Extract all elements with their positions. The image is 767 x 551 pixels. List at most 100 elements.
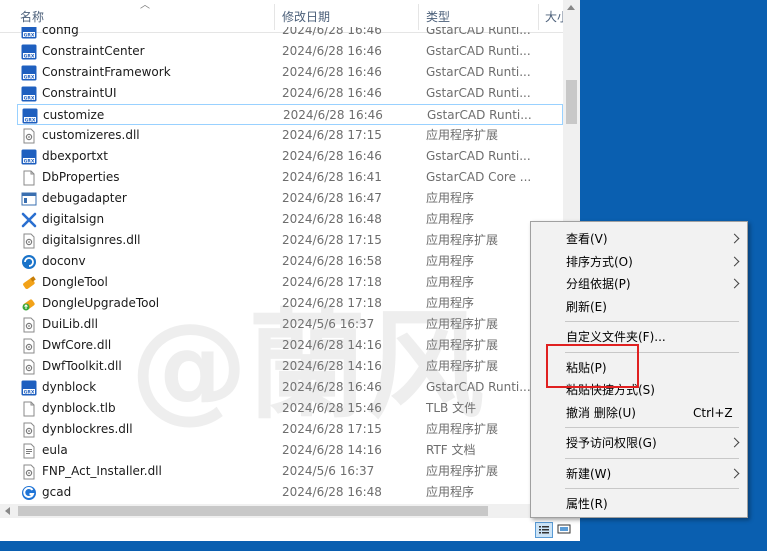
file-date: 2024/6/28 16:46 [282, 380, 382, 394]
menu-item-label: 新建(W) [566, 466, 612, 481]
svg-text:GRX: GRX [24, 389, 35, 395]
file-row[interactable]: DongleTool 2024/6/28 17:18 应用程序 [17, 272, 563, 293]
menu-separator [565, 457, 739, 459]
status-bar [0, 518, 580, 541]
menu-item-label: 属性(R) [566, 497, 608, 511]
file-type: GstarCAD Runti... [426, 27, 531, 37]
file-type: 应用程序 [426, 191, 475, 205]
file-date: 2024/6/28 14:16 [282, 443, 382, 457]
menu-item[interactable]: 撤消 删除(U) Ctrl+Z [531, 402, 747, 424]
menu-item[interactable]: 新建(W) [531, 463, 747, 485]
file-row[interactable]: GRX ConstraintUI 2024/6/28 16:46 GstarCAD R… [17, 83, 563, 104]
menu-item[interactable]: 刷新(E) [531, 296, 747, 318]
file-type: GstarCAD Runti... [426, 65, 531, 79]
details-view-icon [539, 526, 549, 534]
file-name: DwfToolkit.dll [42, 359, 122, 373]
file-date: 2024/6/28 16:46 [282, 86, 382, 100]
file-row[interactable]: DwfToolkit.dll 2024/6/28 14:16 应用程序扩展 [17, 356, 563, 377]
dll-icon [23, 464, 35, 480]
file-type: RTF 文档 [426, 443, 476, 457]
large-icons-view-button[interactable] [556, 522, 574, 538]
menu-item[interactable]: 分组依据(P) [531, 273, 747, 295]
file-date: 2024/6/28 14:16 [282, 359, 382, 373]
menu-item[interactable]: 排序方式(O) [531, 251, 747, 273]
file-name: DwfCore.dll [42, 338, 112, 352]
file-date: 2024/6/28 16:41 [282, 170, 382, 184]
menu-separator [565, 488, 739, 489]
tools-icon [21, 212, 37, 228]
menu-item[interactable]: 授予访问权限(G) [531, 432, 747, 454]
file-row[interactable]: dynblock.tlb 2024/6/28 15:46 TLB 文件 [17, 398, 563, 419]
file-name: eula [42, 443, 68, 457]
exe-icon [21, 192, 37, 206]
file-row[interactable]: FNP_Act_Installer.dll 2024/5/6 16:37 应用程序扩… [17, 461, 563, 482]
file-name: dynblock [42, 380, 97, 394]
file-name: dbexportxt [42, 149, 108, 163]
menu-item[interactable]: 属性(R) [531, 493, 747, 515]
file-row[interactable]: customizeres.dll 2024/6/28 17:15 应用程序扩展 [17, 125, 563, 146]
file-type: GstarCAD Runti... [426, 380, 531, 394]
file-row[interactable]: DongleUpgradeTool 2024/6/28 17:18 应用程序 [17, 293, 563, 314]
file-type: 应用程序扩展 [426, 359, 499, 373]
horizontal-scrollbar[interactable] [0, 504, 563, 518]
file-type: GstarCAD Core ... [426, 170, 532, 184]
file-date: 2024/5/6 16:37 [282, 317, 375, 331]
scroll-up-icon[interactable] [567, 5, 575, 10]
file-row[interactable]: GRX customize 2024/6/28 16:46 GstarCAD Runt… [17, 104, 563, 125]
dll-icon [23, 422, 35, 438]
highlight-annotation-box [546, 344, 639, 388]
file-type: 应用程序 [426, 275, 475, 289]
horizontal-scroll-thumb[interactable] [18, 506, 488, 516]
file-row[interactable]: GRX ConstraintFramework 2024/6/28 16:46 Gst… [17, 62, 563, 83]
vertical-scroll-thumb[interactable] [566, 80, 577, 124]
file-date: 2024/6/28 16:48 [282, 212, 382, 226]
file-date: 2024/6/28 16:46 [282, 65, 382, 79]
file-explorer-window: ︿ 名称 修改日期 类型 大小 GRX config 2024/6/28 16:46… [0, 0, 580, 541]
file-type: GstarCAD Runti... [426, 44, 531, 58]
file-date: 2024/6/28 17:15 [282, 233, 382, 247]
file-row[interactable]: gcad 2024/6/28 16:48 应用程序 [17, 482, 563, 503]
file-date: 2024/6/28 17:18 [282, 275, 382, 289]
file-row[interactable]: DwfCore.dll 2024/6/28 14:16 应用程序扩展 [17, 335, 563, 356]
file-name: DuiLib.dll [42, 317, 98, 331]
file-date: 2024/6/28 17:15 [282, 422, 382, 436]
file-name: config [42, 27, 79, 37]
file-row[interactable]: dynblockres.dll 2024/6/28 17:15 应用程序扩展 [17, 419, 563, 440]
file-row[interactable]: GRX dynblock 2024/6/28 16:46 GstarCAD Runti… [17, 377, 563, 398]
file-row[interactable]: digitalsign 2024/6/28 16:48 应用程序 [17, 209, 563, 230]
file-row[interactable]: GRX dbexportxt 2024/6/28 16:46 GstarCAD Run… [17, 146, 563, 167]
dll-icon [23, 359, 35, 375]
file-row[interactable]: debugadapter 2024/6/28 16:47 应用程序 [17, 188, 563, 209]
dll-icon [23, 338, 35, 354]
menu-item[interactable]: 查看(V) [531, 228, 747, 250]
globe-icon [22, 255, 36, 269]
file-type: 应用程序扩展 [426, 338, 499, 352]
details-view-button[interactable] [535, 522, 553, 538]
file-type: TLB 文件 [426, 401, 477, 415]
file-row[interactable]: DuiLib.dll 2024/5/6 16:37 应用程序扩展 [17, 314, 563, 335]
file-type: 应用程序 [426, 212, 475, 226]
grx-icon: GRX [21, 65, 37, 81]
file-row[interactable]: digitalsignres.dll 2024/6/28 17:15 应用程序扩展 [17, 230, 563, 251]
chevron-right-icon [729, 256, 740, 266]
file-type: GstarCAD Runti... [426, 86, 531, 100]
file-row[interactable]: doconv 2024/6/28 16:58 应用程序 [17, 251, 563, 272]
file-row[interactable]: GRX ConstraintCenter 2024/6/28 16:46 GstarC… [17, 41, 563, 62]
dll-icon [23, 317, 35, 333]
menu-item-label: 查看(V) [566, 232, 608, 246]
file-row[interactable]: GRX config 2024/6/28 16:46 GstarCAD Runti..… [17, 27, 563, 41]
scroll-left-icon[interactable] [5, 507, 10, 515]
file-name: digitalsign [42, 212, 105, 226]
dongle-icon [23, 276, 36, 289]
file-row[interactable]: eula 2024/6/28 14:16 RTF 文档 [17, 440, 563, 461]
file-date: 2024/6/28 14:16 [282, 338, 382, 352]
doc-icon [23, 401, 35, 417]
grx-icon: GRX [22, 108, 38, 124]
svg-text:GRX: GRX [24, 74, 35, 80]
chevron-right-icon [729, 233, 740, 244]
svg-text:GRX: GRX [24, 158, 35, 164]
file-name: ConstraintFramework [42, 65, 171, 79]
file-type: 应用程序扩展 [426, 317, 499, 331]
file-type: 应用程序扩展 [426, 464, 499, 478]
file-row[interactable]: DbProperties 2024/6/28 16:41 GstarCAD Core… [17, 167, 563, 188]
